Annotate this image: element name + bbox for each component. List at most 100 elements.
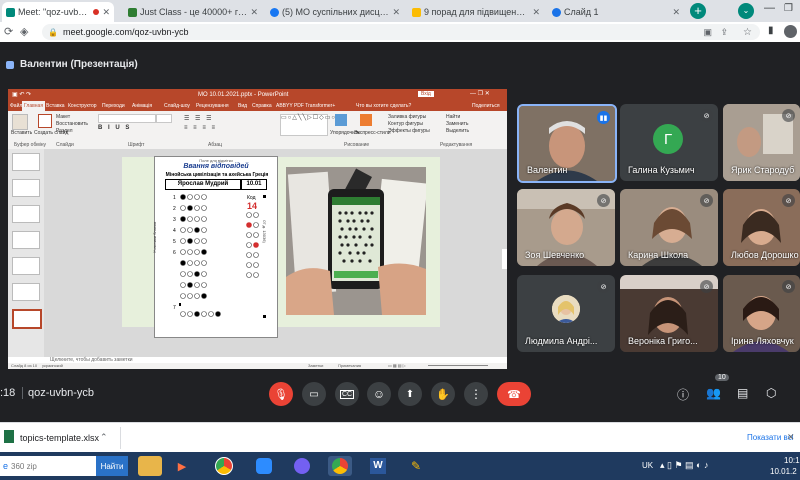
paint-icon[interactable]: ✎ [404,456,428,476]
leave-call-button[interactable]: ☎ [497,382,531,406]
vertical-scrollbar[interactable] [502,249,507,269]
reactions-button[interactable]: ☺ [367,382,391,406]
slide-thumbnail[interactable] [12,231,40,249]
participant-tile-valentyn[interactable]: ▮▮ Валентин [517,104,617,183]
arrange-icon[interactable] [335,114,347,126]
present-button[interactable]: ⬆ [398,382,422,406]
reset-button[interactable]: Восстановить [56,121,88,127]
select-button[interactable]: Выделить [446,128,469,134]
meeting-info-icon[interactable]: ⓘ [677,386,689,403]
language-indicator[interactable]: UK [642,461,653,470]
extension-icon[interactable]: ◈ [20,25,28,38]
camera-toggle-button[interactable]: ▭ [302,382,326,406]
reload-icon[interactable]: ⟳ [4,25,13,38]
slide-thumbnail[interactable] [12,283,40,301]
current-slide[interactable]: Поле для відмітки Ввання відповідей Міно… [122,156,440,338]
viber-icon[interactable] [290,456,314,476]
paste-icon[interactable] [12,114,28,130]
participant-tile-yaryk[interactable]: ⊘ Ярик Стародуб [723,104,800,181]
font-name-select[interactable] [98,114,156,123]
search-input[interactable]: e 360 zip [0,456,96,476]
sidebar-icon[interactable]: ▮ [768,25,774,36]
chrome-active-icon[interactable] [328,456,352,476]
tab-just-class[interactable]: Just Class - це 40000+ готові ✕ [124,2,262,22]
chat-icon[interactable]: ▤ [737,386,748,400]
close-tab-icon[interactable]: ✕ [672,7,680,18]
close-tab-icon[interactable]: ✕ [102,7,110,18]
restore-icon[interactable]: ❐ [784,3,793,14]
layout-button[interactable]: Макет [56,114,70,120]
ribbon-tab-animations[interactable]: Анімація [130,101,154,111]
share-icon[interactable]: ⇪ [720,27,728,38]
bookmark-star-icon[interactable]: ☆ [743,27,752,38]
ribbon-tab-help[interactable]: Справка [250,101,274,111]
camera-icon[interactable]: ▣ [703,27,712,38]
raise-hand-button[interactable]: ✋ [431,382,455,406]
tab-search-icon[interactable]: ⌄ [738,3,754,19]
slide-thumbnail[interactable] [12,179,40,197]
align-icons[interactable]: ≡ ≡ ≡ ≡ [184,125,217,131]
zoom-app-icon[interactable] [252,456,276,476]
media-player-icon[interactable]: ▶ [170,456,194,476]
view-buttons-icon[interactable]: ▭ ▦ ▤ ▷ [388,363,406,368]
tab-facebook[interactable]: (5) МО суспільних дисциплін ✕ [266,2,404,22]
ribbon-tab-view[interactable]: Вид [236,101,249,111]
address-input[interactable]: 🔒 meet.google.com/qoz-uvbn-ycb ▣ ⇪ ☆ [42,24,760,40]
notes-toggle-button[interactable]: Заметки [308,363,323,368]
shape-fill-button[interactable]: Заливка фигуры [388,114,426,120]
font-format-icons[interactable]: B I U S [98,125,131,131]
quick-styles-icon[interactable] [360,114,372,126]
slide-thumbnail[interactable] [12,257,40,275]
participant-tile-karyna[interactable]: ⊘ Карина Школа [620,189,718,266]
replace-button[interactable]: Заменить [446,121,468,127]
close-tab-icon[interactable]: ✕ [392,7,400,18]
ribbon-tab-design[interactable]: Конструктор [66,101,99,111]
font-size-select[interactable] [156,114,172,123]
ribbon-tab-insert[interactable]: Вставка [44,101,67,111]
tab-slide[interactable]: Слайд 1 ✕ [548,2,684,22]
find-button[interactable]: Найти [446,114,460,120]
paragraph-list-icons[interactable]: ☰ ☰ ☰ [184,115,213,122]
slide-thumbnail[interactable] [12,153,40,171]
shape-effects-button[interactable]: Эффекты фигуры [388,128,430,134]
tray-icons[interactable]: ▴ ▯ ⚑ ▤ ◐ ♪ [660,460,708,471]
close-tab-icon[interactable]: ✕ [532,7,540,18]
tab-tips[interactable]: 9 порад для підвищення ефе ✕ [408,2,544,22]
zoom-slider[interactable] [428,365,488,366]
slide-thumbnail[interactable] [12,205,40,223]
file-explorer-icon[interactable] [138,456,162,476]
activities-icon[interactable]: ⬡ [766,386,776,400]
new-tab-icon[interactable]: + [690,3,706,19]
save-icon[interactable]: ▣ ↶ ↷ [12,91,31,98]
profile-avatar[interactable] [784,25,797,38]
tab-meet[interactable]: Meet: "qoz-uvbn-ycb" ✕ [2,2,114,22]
shape-outline-button[interactable]: Контур фигуры [388,121,423,127]
new-slide-icon[interactable] [38,114,52,128]
word-icon[interactable]: W [366,456,390,476]
slide-thumbnail-selected[interactable] [12,309,42,329]
section-button[interactable]: Раздел [56,128,73,134]
participant-tile-liubov[interactable]: ⊘ Любов Дорошко [723,189,800,266]
share-button[interactable]: Поделиться [470,101,502,111]
participant-tile-halyna[interactable]: Г ⊘ Галина Кузьмич [620,104,718,181]
window-controls-icon[interactable]: — ❐ ✕ [470,90,490,97]
ribbon-tab-slideshow[interactable]: Слайд-шоу [162,101,192,111]
ribbon-tab-review[interactable]: Рецензування [194,101,231,111]
comments-toggle-button[interactable]: Примечания [338,363,361,368]
close-tab-icon[interactable]: ✕ [250,7,258,18]
more-options-button[interactable]: ⋮ [464,382,488,406]
chevron-up-icon[interactable]: ⌃ [100,432,108,443]
close-icon[interactable]: ✕ [787,432,795,443]
search-button[interactable]: Найти [96,456,128,476]
tell-me-search[interactable]: Что вы хотите сделать? [354,101,413,111]
participant-tile-liudmyla[interactable]: ⊘ Людмила Андрі... [517,275,615,352]
ribbon-tab-home[interactable]: Главная [22,101,46,111]
people-icon[interactable]: 👥 [706,386,721,400]
participant-tile-iryna[interactable]: ⊘ Ірина Ляховчук [723,275,800,352]
participant-tile-zoya[interactable]: ⊘ Зоя Шевченко [517,189,615,266]
shapes-gallery-icon[interactable]: ▭○△╲╲▷☐◇▭○△⬭ [280,114,347,136]
download-file-name[interactable]: topics-template.xlsx [20,433,99,443]
chrome-icon[interactable] [212,456,236,476]
participant-tile-veronika[interactable]: ⊘ Вероніка Григо... [620,275,718,352]
mic-toggle-button[interactable]: 🎙 [269,382,293,406]
